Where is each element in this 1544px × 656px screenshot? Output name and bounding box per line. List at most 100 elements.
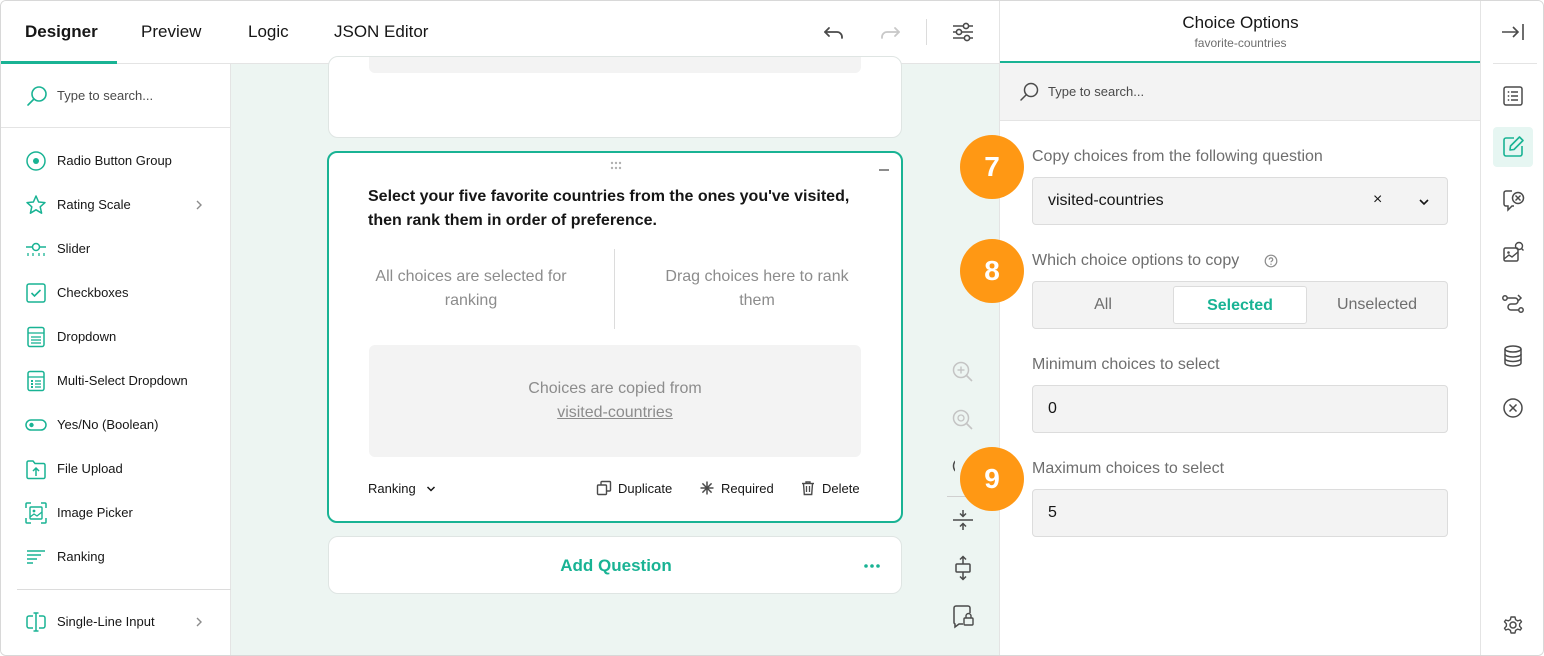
toggle-icon: [25, 419, 47, 431]
top-tab-bar: Designer Preview Logic JSON Editor: [1, 1, 999, 64]
unranked-area-placeholder: Drag choices here to rank them: [665, 268, 849, 309]
question-type-selector[interactable]: Ranking: [368, 481, 416, 496]
toolbox-item-label: Dropdown: [57, 329, 117, 344]
search-icon: [27, 86, 47, 106]
help-icon[interactable]: [1264, 254, 1278, 268]
copy-from-label: Copy choices from the following question: [1032, 148, 1323, 165]
toolbox-divider: [17, 589, 231, 590]
survey-creator: Designer Preview Logic JSON Editor Type …: [0, 0, 1544, 656]
duplicate-label: Duplicate: [618, 481, 673, 496]
gear-icon[interactable]: [1499, 611, 1527, 639]
clear-icon[interactable]: ×: [1373, 191, 1382, 209]
zoom-reset-icon[interactable]: [947, 404, 979, 436]
selected-element-name: favorite-countries: [1194, 36, 1287, 50]
database-icon[interactable]: [1499, 342, 1527, 370]
slider-icon: [26, 242, 46, 256]
redo-icon[interactable]: [877, 19, 903, 45]
drag-handle-icon[interactable]: [609, 161, 623, 171]
toolbox-item-label: Yes/No (Boolean): [57, 417, 159, 432]
tab-preview[interactable]: Preview: [141, 1, 201, 63]
previous-question-card[interactable]: [328, 56, 902, 138]
validation-icon[interactable]: [1499, 394, 1527, 422]
tab-logic[interactable]: Logic: [248, 1, 289, 63]
question-actions: Ranking Duplicate Required Delete: [368, 479, 862, 499]
property-grid-header: Choice Options favorite-countries: [1000, 1, 1481, 63]
min-choices-value: 0: [1048, 400, 1057, 417]
lock-question-icon[interactable]: [947, 600, 979, 632]
toolbox-item-slider[interactable]: Slider: [1, 229, 230, 269]
toolbox-item-radio-button-group[interactable]: Radio Button Group: [1, 141, 230, 181]
general-settings-icon[interactable]: [1499, 82, 1527, 110]
copy-from-dropdown[interactable]: visited-countries ×: [1032, 177, 1448, 225]
choice-options-icon[interactable]: [1499, 133, 1527, 161]
text-input-icon: [26, 612, 46, 632]
toolbox-item-label: Checkboxes: [57, 285, 129, 300]
toolbox-item-rating-scale[interactable]: Rating Scale: [1, 185, 230, 225]
min-choices-label: Minimum choices to select: [1032, 356, 1220, 373]
chevron-down-icon[interactable]: [1417, 195, 1431, 209]
min-choices-input[interactable]: 0: [1032, 385, 1448, 433]
branching-icon[interactable]: [1499, 290, 1527, 318]
duplicate-button[interactable]: Duplicate: [596, 479, 676, 499]
step-badge-8: 8: [960, 239, 1024, 303]
tab-designer[interactable]: Designer: [25, 1, 98, 63]
collapse-all-icon[interactable]: [947, 504, 979, 536]
toolbox-item-label: Multi-Select Dropdown: [57, 373, 188, 388]
ranking-divider: [614, 249, 615, 329]
toolbox-search[interactable]: Type to search...: [1, 64, 230, 128]
toolbox-item-checkboxes[interactable]: Checkboxes: [1, 273, 230, 313]
expand-all-icon[interactable]: [947, 552, 979, 584]
toolbox-item-label: Slider: [57, 241, 91, 256]
step-badge-9: 9: [960, 447, 1024, 511]
question-title[interactable]: Select your five favorite countries from…: [368, 185, 868, 233]
required-button[interactable]: Required: [699, 479, 779, 499]
delete-button[interactable]: Delete: [800, 479, 864, 499]
delete-label: Delete: [822, 481, 860, 496]
selected-question-card[interactable]: Select your five favorite countries from…: [327, 151, 903, 523]
option-unselected[interactable]: Unselected: [1309, 286, 1445, 324]
add-question-button[interactable]: Add Question: [329, 556, 903, 576]
property-search-placeholder: Type to search...: [1048, 84, 1145, 99]
logic-conditions-icon[interactable]: [1499, 186, 1527, 214]
copied-source-link[interactable]: visited-countries: [369, 401, 861, 425]
file-upload-icon: [26, 460, 46, 480]
which-options-label: Which choice options to copy: [1032, 252, 1240, 269]
max-choices-input[interactable]: 5: [1032, 489, 1448, 537]
multi-dropdown-icon: [27, 370, 45, 392]
toolbox-item-multi-select-dropdown[interactable]: Multi-Select Dropdown: [1, 361, 230, 401]
undo-icon[interactable]: [821, 19, 847, 45]
property-search[interactable]: Type to search...: [1000, 63, 1481, 121]
image-picker-icon: [25, 502, 47, 524]
toolbox-item-label: Single-Line Input: [57, 614, 155, 629]
copy-from-value: visited-countries: [1048, 192, 1164, 209]
rail-divider: [1493, 63, 1537, 64]
option-all[interactable]: All: [1035, 286, 1171, 324]
layout-settings-icon[interactable]: [1499, 238, 1527, 266]
zoom-in-icon[interactable]: [947, 356, 979, 388]
toolbox-item-image-picker[interactable]: Image Picker: [1, 493, 230, 533]
choices-copied-notice: Choices are copied from visited-countrie…: [369, 345, 861, 457]
collapse-panel-icon[interactable]: [1499, 18, 1527, 46]
collapse-icon[interactable]: [879, 169, 889, 171]
add-question-bar: Add Question: [328, 536, 902, 594]
chevron-right-icon: [196, 200, 202, 210]
property-category-rail: [1480, 1, 1543, 655]
toolbox-item-boolean[interactable]: Yes/No (Boolean): [1, 405, 230, 445]
toolbox-item-ranking[interactable]: Ranking: [1, 537, 230, 577]
toolbox-item-file-upload[interactable]: File Upload: [1, 449, 230, 489]
which-options-selector: All Selected Unselected: [1032, 281, 1448, 329]
previous-question-content: [369, 57, 861, 73]
property-category-title: Choice Options: [1182, 13, 1299, 32]
design-canvas: Select your five favorite countries from…: [231, 56, 999, 655]
more-options-icon[interactable]: [863, 563, 881, 569]
dropdown-icon: [27, 326, 45, 348]
toolbox-item-single-line-input[interactable]: Single-Line Input: [1, 602, 230, 642]
tab-json-editor[interactable]: JSON Editor: [334, 1, 428, 63]
settings-sliders-icon[interactable]: [950, 19, 976, 45]
asterisk-icon: [700, 481, 714, 495]
search-icon: [1020, 82, 1039, 101]
option-selected[interactable]: Selected: [1173, 286, 1307, 324]
toolbox-item-dropdown[interactable]: Dropdown: [1, 317, 230, 357]
chevron-down-icon[interactable]: [425, 483, 437, 495]
toolbox-panel: Type to search... Radio Button Group Rat…: [1, 64, 231, 655]
